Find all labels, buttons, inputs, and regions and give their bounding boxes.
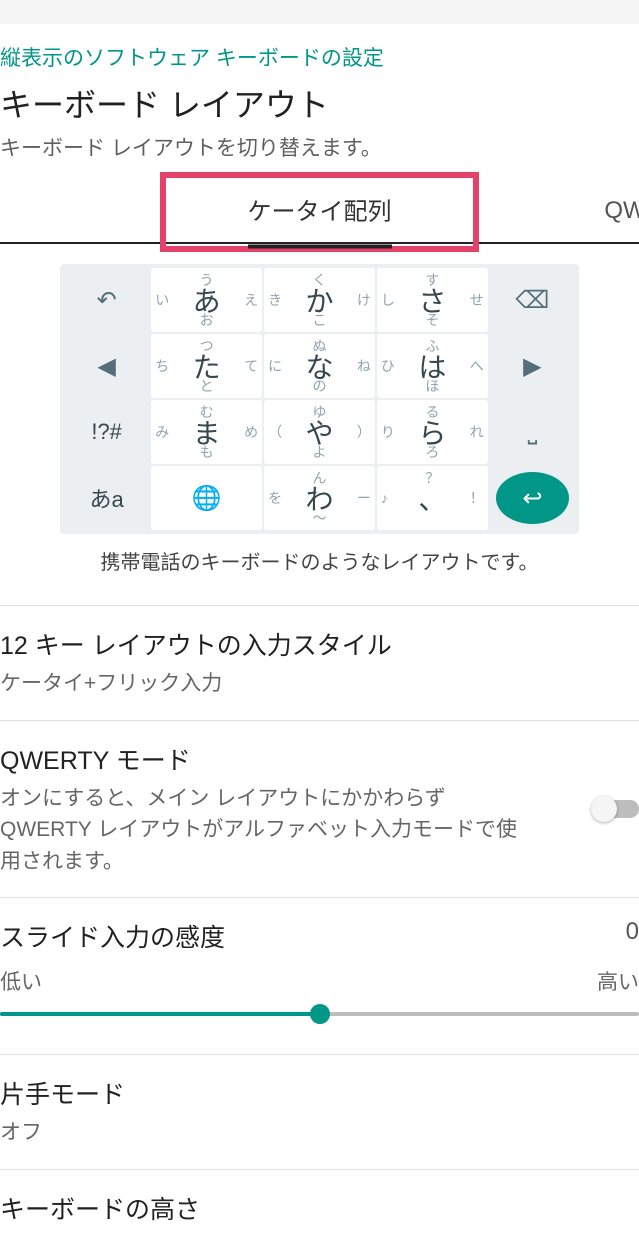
mode-key[interactable]: あa [64, 466, 149, 530]
page-subtitle: キーボード レイアウトを切り替えます。 [0, 132, 639, 162]
backspace-icon[interactable]: ⌫ [490, 268, 575, 332]
slider-low-label: 低い [0, 966, 42, 996]
setting-title: 12 キー レイアウトの入力スタイル [0, 626, 631, 668]
key-あ[interactable]: あうおいえ [151, 268, 262, 332]
breadcrumb[interactable]: 縦表示のソフトウェア キーボードの設定 [0, 42, 639, 80]
header: 縦表示のソフトウェア キーボードの設定 キーボード レイアウト キーボード レイ… [0, 24, 639, 172]
symbols-key[interactable]: !?# [64, 400, 149, 464]
space-icon[interactable]: ⎵ [490, 400, 575, 464]
keyboard-caption: 携帯電話のキーボードのようなレイアウトです。 [60, 534, 579, 595]
slider-high-label: 高い [597, 966, 639, 996]
keyboard-preview: ↶あうおいえかくこきけさすそしせ⌫ ◀たつとちてなぬのにねはふほひへ▶ !?#まむも… [60, 264, 579, 534]
left-arrow-icon[interactable]: ◀ [64, 334, 149, 398]
key-ま[interactable]: まむもみめ [151, 400, 262, 464]
key-た[interactable]: たつとちて [151, 334, 262, 398]
setting-qwerty-mode[interactable]: QWERTY モード オンにすると、メイン レイアウトにかかわらず QWERTY… [0, 721, 639, 899]
setting-input-style[interactable]: 12 キー レイアウトの入力スタイル ケータイ+フリック入力 [0, 606, 639, 721]
key-ら[interactable]: らるろりれ [377, 400, 488, 464]
key-か[interactable]: かくこきけ [264, 268, 375, 332]
sensitivity-slider[interactable] [0, 1012, 639, 1016]
setting-desc: ケータイ+フリック入力 [0, 668, 520, 700]
key-や[interactable]: やゆよ（） [264, 400, 375, 464]
undo-icon[interactable]: ↶ [64, 268, 149, 332]
setting-keyboard-height[interactable]: キーボードの高さ [0, 1170, 639, 1252]
key-さ[interactable]: さすそしせ [377, 268, 488, 332]
slider-labels: 低い 高い [0, 966, 639, 1004]
setting-one-hand[interactable]: 片手モード オフ [0, 1055, 639, 1170]
keyboard-preview-wrap: ↶あうおいえかくこきけさすそしせ⌫ ◀たつとちてなぬのにねはふほひへ▶ !?#まむも… [0, 244, 639, 605]
key-、[interactable]: 、？ ♪！ [377, 466, 488, 530]
setting-title: キーボードの高さ [0, 1190, 631, 1232]
setting-title: QWERTY モード [0, 741, 631, 783]
layout-tabs: ケータイ配列 QWER [0, 180, 639, 244]
right-arrow-icon[interactable]: ▶ [490, 334, 575, 398]
setting-title: スライド入力の感度 [0, 918, 639, 966]
status-bar [0, 0, 639, 24]
setting-title: 片手モード [0, 1075, 631, 1117]
page-title: キーボード レイアウト [0, 80, 639, 132]
slider-value: 0 [626, 918, 639, 946]
setting-slide-sensitivity: スライド入力の感度 0 低い 高い [0, 898, 639, 1055]
enter-icon[interactable]: ↩ [496, 472, 569, 524]
setting-desc: オンにすると、メイン レイアウトにかかわらず QWERTY レイアウトがアルファ… [0, 783, 520, 878]
slider-fill [0, 1012, 320, 1016]
key-は[interactable]: はふほひへ [377, 334, 488, 398]
slider-thumb[interactable] [310, 1004, 330, 1024]
key-な[interactable]: なぬのにね [264, 334, 375, 398]
tab-keitai[interactable]: ケータイ配列 [248, 192, 392, 231]
qwerty-mode-toggle[interactable] [593, 800, 639, 818]
key-わ[interactable]: わん〜をー [264, 466, 375, 530]
tab-qwerty[interactable]: QWER [604, 197, 639, 225]
setting-desc: オフ [0, 1117, 520, 1149]
globe-icon[interactable]: 🌐 [151, 466, 262, 530]
